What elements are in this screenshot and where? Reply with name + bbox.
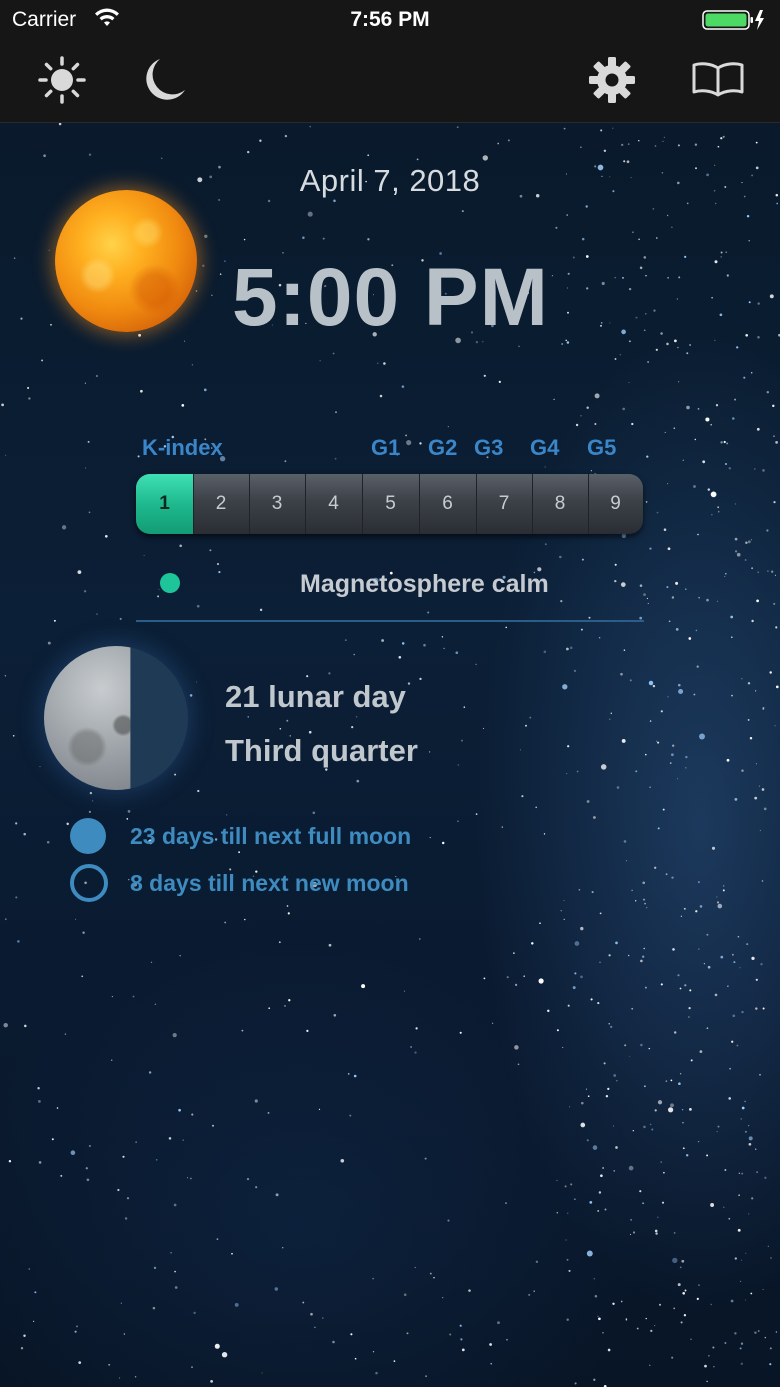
lunar-day-label: 21 lunar day: [225, 679, 406, 714]
full-moon-countdown: 23 days till next full moon: [130, 823, 412, 849]
status-bar: Carrier 7:56 PM: [0, 0, 780, 40]
new-moon-icon: [70, 864, 108, 902]
gear-icon[interactable]: [586, 54, 638, 106]
kindex-cell: 6: [419, 474, 477, 534]
status-time: 7:56 PM: [350, 8, 430, 31]
toolbar: [0, 40, 780, 123]
kindex-cell: 3: [249, 474, 306, 534]
book-icon[interactable]: [690, 54, 746, 106]
kindex-cell: 9: [610, 493, 621, 514]
divider: [136, 620, 644, 622]
kindex-scale: 1 2 3 4 5 6 7 8 9: [136, 474, 643, 534]
status-dot-icon: [160, 573, 180, 593]
kindex-cell: 2: [193, 474, 250, 534]
full-moon-icon: [70, 818, 106, 854]
g-level-label: G2: [428, 435, 458, 460]
moon-icon[interactable]: [138, 54, 190, 106]
g-level-label: G5: [587, 435, 617, 460]
moon-phase-label: Third quarter: [225, 733, 418, 768]
time-label: 5:00 PM: [232, 252, 549, 343]
kindex-cell: 8: [532, 474, 589, 534]
g-level-label: G3: [474, 435, 504, 460]
g-level-label: G1: [371, 435, 401, 460]
sun-icon[interactable]: [36, 54, 88, 106]
kindex-cell: 5: [362, 474, 420, 534]
battery-icon: [702, 9, 766, 37]
main-content: April 7, 2018 5:00 PM K-index G1 G2 G3 G…: [0, 123, 780, 1387]
kindex-cell: 7: [476, 474, 533, 534]
moon-phase-image: [44, 646, 188, 790]
kindex-cell: 1: [136, 474, 194, 534]
sun-image: [55, 190, 197, 332]
g-level-label: G4: [530, 435, 560, 460]
new-moon-countdown: 8 days till next new moon: [130, 870, 409, 896]
kindex-cell: 4: [305, 474, 363, 534]
magnetosphere-status: Magnetosphere calm: [300, 570, 549, 598]
kindex-label: K-index: [142, 435, 223, 460]
